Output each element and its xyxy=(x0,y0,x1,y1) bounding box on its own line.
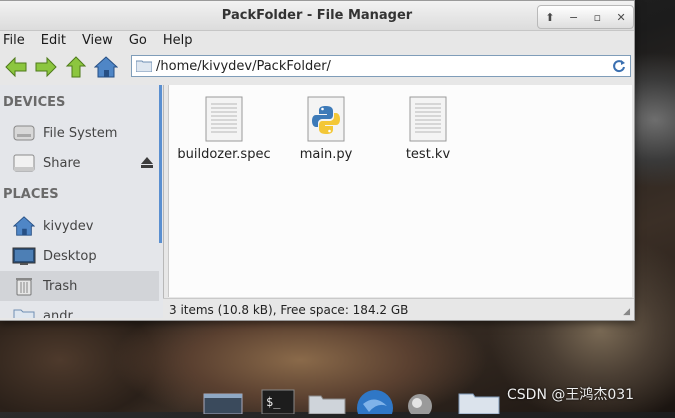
sidebar-item-share[interactable]: Share xyxy=(0,148,159,178)
menu-bar: File Edit View Go Help xyxy=(0,30,634,50)
menu-file[interactable]: File xyxy=(0,33,34,48)
file-item-main-py[interactable]: main.py xyxy=(271,95,381,162)
menu-help[interactable]: Help xyxy=(160,33,202,48)
sidebar-item-label: File System xyxy=(43,125,118,141)
menu-edit[interactable]: Edit xyxy=(38,33,75,48)
devices-heading: DEVICES xyxy=(3,95,66,110)
sidebar-item-label: Trash xyxy=(43,278,78,294)
title-bar[interactable]: PackFolder - File Manager ⬆ − ▫ ✕ xyxy=(0,1,634,31)
home-button[interactable] xyxy=(92,53,120,81)
places-heading: PLACES xyxy=(3,187,59,202)
status-bar: 3 items (10.8 kB), Free space: 184.2 GB … xyxy=(163,298,634,320)
sidebar-item-label: Share xyxy=(43,155,81,171)
file-name: buildozer.spec xyxy=(177,147,271,162)
sidebar-item-kivydev[interactable]: kivydev xyxy=(0,211,159,241)
dock: $_ xyxy=(195,380,515,418)
file-item-buildozer-spec[interactable]: buildozer.spec xyxy=(169,95,279,162)
back-arrow-icon xyxy=(5,56,27,77)
menu-go[interactable]: Go xyxy=(126,33,156,48)
drive-icon xyxy=(12,151,36,175)
dock-folder-icon[interactable] xyxy=(457,388,501,415)
eject-icon[interactable] xyxy=(141,157,153,168)
raise-button[interactable]: ⬆ xyxy=(541,9,559,25)
forward-button[interactable] xyxy=(32,53,60,81)
home-icon xyxy=(12,214,36,238)
back-button[interactable] xyxy=(2,53,30,81)
dock-app-icon[interactable] xyxy=(405,388,435,418)
folder-icon xyxy=(136,60,152,72)
maximize-button[interactable]: ▫ xyxy=(588,9,606,25)
dock-terminal-icon[interactable]: $_ xyxy=(261,388,295,415)
file-manager-window: PackFolder - File Manager ⬆ − ▫ ✕ File E… xyxy=(0,0,635,321)
refresh-icon xyxy=(613,60,625,73)
text-file-icon xyxy=(408,95,448,143)
desktop-icon xyxy=(12,244,36,268)
trash-icon xyxy=(12,274,36,298)
sidebar-item-file-system[interactable]: File System xyxy=(0,118,159,148)
sidebar-item-desktop[interactable]: Desktop xyxy=(0,241,159,271)
text-file-icon xyxy=(204,95,244,143)
location-path[interactable]: /home/kivydev/PackFolder/ xyxy=(156,59,610,74)
forward-arrow-icon xyxy=(35,56,57,77)
sidebar-scrollbar[interactable] xyxy=(159,85,162,243)
home-icon xyxy=(94,55,118,77)
dock-browser-icon[interactable] xyxy=(355,388,395,418)
window-controls: ⬆ − ▫ ✕ xyxy=(537,5,634,29)
sidebar-item-andr[interactable]: andr xyxy=(0,301,159,318)
up-arrow-icon xyxy=(65,55,87,77)
file-name: test.kv xyxy=(405,147,451,162)
file-item-test-kv[interactable]: test.kv xyxy=(373,95,483,162)
status-text: 3 items (10.8 kB), Free space: 184.2 GB xyxy=(169,302,409,317)
sidebar-item-label: kivydev xyxy=(43,218,94,234)
dock-files-icon[interactable] xyxy=(307,388,347,415)
python-file-icon xyxy=(306,95,346,143)
up-button[interactable] xyxy=(62,53,90,81)
minimize-button[interactable]: − xyxy=(565,9,583,25)
sidebar: DEVICES File System Share PLACES kivydev… xyxy=(0,85,164,318)
location-bar[interactable]: /home/kivydev/PackFolder/ xyxy=(131,55,631,77)
file-name: main.py xyxy=(299,147,353,162)
svg-text:$_: $_ xyxy=(266,395,281,409)
file-view[interactable]: buildozer.spec main.py test.kv xyxy=(168,85,632,297)
refresh-button[interactable] xyxy=(610,57,628,75)
resize-grip-icon[interactable]: ◢ xyxy=(623,307,630,317)
watermark: CSDN @王鸿杰031 xyxy=(507,387,635,403)
folder-icon xyxy=(12,304,36,318)
sidebar-item-trash[interactable]: Trash xyxy=(0,271,159,301)
close-button[interactable]: ✕ xyxy=(612,9,630,25)
dock-window-icon[interactable] xyxy=(203,388,243,415)
menu-view[interactable]: View xyxy=(79,33,122,48)
sidebar-item-label: andr xyxy=(43,308,73,319)
harddisk-icon xyxy=(12,121,36,145)
sidebar-item-label: Desktop xyxy=(43,248,97,264)
